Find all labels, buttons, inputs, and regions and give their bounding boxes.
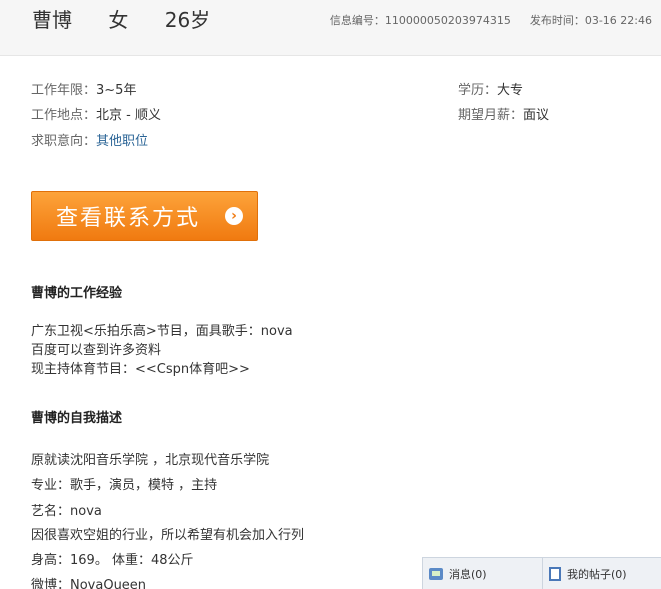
work-experience-line: 百度可以查到许多资料 (31, 343, 162, 358)
candidate-summary: 曹博 女 26岁 (32, 4, 240, 33)
education-label: 学历： (458, 83, 498, 98)
info-id-label: 信息编号： (329, 14, 385, 27)
messages-button[interactable]: 消息(0) (429, 558, 543, 589)
experience-label: 工作年限： (31, 83, 97, 98)
messages-label: 消息(0) (449, 567, 487, 581)
experience-row: 工作年限：3~5年 (31, 79, 136, 98)
intent-link[interactable]: 其他职位 (96, 134, 148, 149)
work-experience-title: 曹博的工作经验 (31, 286, 123, 301)
self-description-line: 身高：169。 体重：48公斤 (31, 553, 194, 568)
location-label: 工作地点： (31, 108, 97, 123)
my-posts-label: 我的帖子(0) (567, 567, 627, 581)
chevron-right-icon: › (225, 207, 243, 225)
view-contact-label: 查看联系方式 (56, 206, 201, 231)
location-value: 北京 - 顺义 (96, 108, 161, 123)
publish-time-label: 发布时间： (529, 14, 585, 27)
location-row: 工作地点：北京 - 顺义 (31, 104, 161, 123)
message-icon (429, 567, 443, 580)
intent-label: 求职意向： (31, 134, 97, 149)
salary-value: 面议 (523, 108, 550, 123)
salary-row: 期望月薪：面议 (458, 104, 549, 123)
work-experience-line: 广东卫视<乐拍乐高>节目，面具歌手：nova (31, 324, 293, 339)
candidate-age: 26岁 (164, 8, 211, 32)
view-contact-button[interactable]: 查看联系方式 › (31, 191, 258, 241)
resume-header: 曹博 女 26岁 信息编号：110000050203974315 发布时间：03… (0, 0, 661, 56)
info-id: 110000050203974315 (384, 14, 511, 27)
publish-time: 03-16 22:46 (584, 14, 652, 27)
candidate-gender: 女 (108, 8, 129, 32)
self-description-line: 原就读沈阳音乐学院 ，北京现代音乐学院 (31, 453, 270, 468)
bottom-toolbar: 消息(0) 我的帖子(0) (422, 557, 661, 589)
education-value: 大专 (497, 83, 524, 98)
salary-label: 期望月薪： (458, 108, 524, 123)
education-row: 学历：大专 (458, 79, 523, 98)
self-description-line: 专业：歌手，演员，模特 ，主持 (31, 478, 218, 493)
candidate-name: 曹博 (32, 8, 72, 32)
intent-row: 求职意向：其他职位 (31, 130, 148, 149)
self-description-title: 曹博的自我描述 (31, 411, 123, 426)
post-meta: 信息编号：110000050203974315 发布时间：03-16 22:46 (330, 12, 652, 28)
self-description-line: 艺名：nova (31, 504, 102, 519)
self-description-line: 微博：NovaQueen (31, 578, 147, 589)
my-posts-button[interactable]: 我的帖子(0) (549, 558, 661, 589)
self-description-line: 因很喜欢空姐的行业，所以希望有机会加入行列 (31, 528, 305, 543)
experience-value: 3~5年 (96, 83, 137, 98)
work-experience-line: 现主持体育节目：<<Cspn体育吧>> (31, 362, 250, 377)
document-icon (549, 566, 561, 581)
